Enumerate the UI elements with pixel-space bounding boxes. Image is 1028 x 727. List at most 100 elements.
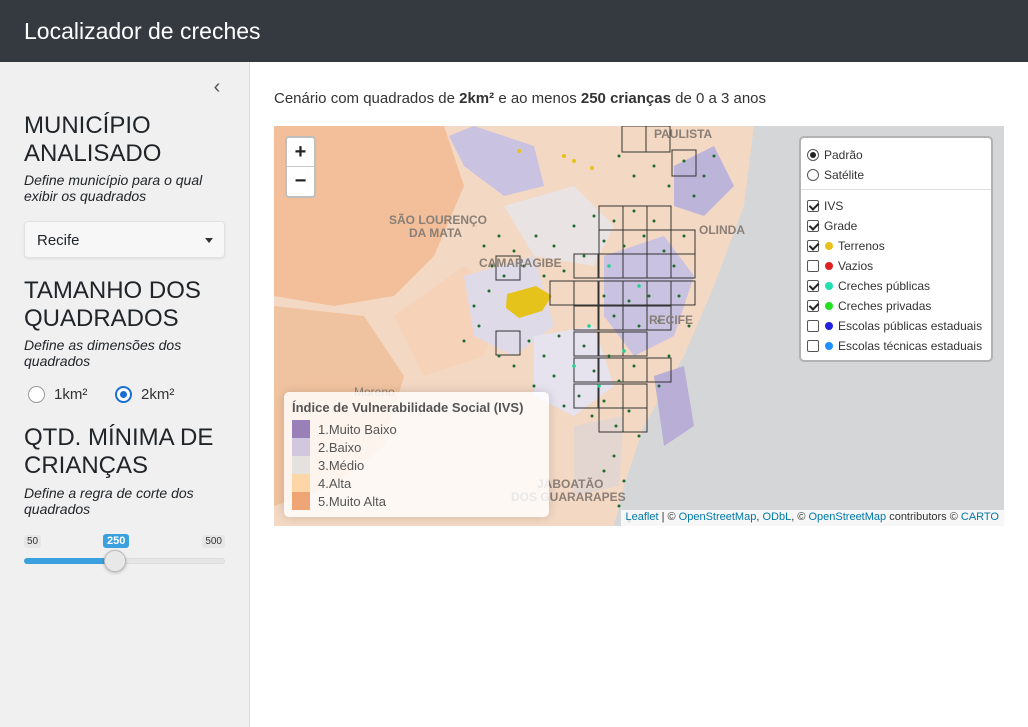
odbl-link[interactable]: ODbL bbox=[762, 511, 791, 523]
osm-contributors-link[interactable]: OpenStreetMap bbox=[808, 511, 886, 523]
attrib-text: | © bbox=[658, 511, 679, 523]
legend-item: 5.Muito Alta bbox=[292, 492, 386, 510]
place-label: SÃO LOURENÇO bbox=[389, 212, 487, 227]
checkbox[interactable] bbox=[807, 220, 819, 232]
radio-label: 1km² bbox=[54, 385, 88, 403]
place-label: DA MATA bbox=[409, 226, 462, 240]
map[interactable]: SÃO LOURENÇO DA MATA CAMARAGIBE PAULISTA… bbox=[274, 126, 1004, 526]
overlay-creches-privadas[interactable]: Creches privadas bbox=[807, 298, 931, 314]
overlay-terrenos[interactable]: Terrenos bbox=[807, 238, 885, 254]
zoom-out-button[interactable]: − bbox=[287, 167, 314, 196]
radio-2km[interactable]: 2km² bbox=[115, 384, 174, 404]
chevron-left-icon[interactable]: ‹ bbox=[206, 76, 228, 98]
overlay-label: Creches públicas bbox=[838, 279, 931, 293]
tamanho-radio-group: 1km² 2km² bbox=[28, 384, 238, 404]
radio-circle[interactable] bbox=[28, 385, 45, 403]
radio-label: 2km² bbox=[141, 385, 175, 403]
subtitle-middle: e ao menos bbox=[494, 90, 581, 107]
legend-dot-icon bbox=[825, 282, 833, 290]
app-header: Localizador de creches bbox=[0, 0, 1028, 62]
attrib-text: , © bbox=[791, 511, 809, 523]
overlay-label: Escolas técnicas estaduais bbox=[838, 339, 983, 353]
radio-button[interactable] bbox=[807, 169, 819, 181]
legend-label: 4.Alta bbox=[318, 475, 352, 491]
checkbox[interactable] bbox=[807, 300, 819, 312]
zoom-in-button[interactable]: + bbox=[287, 138, 314, 167]
legend-swatch bbox=[292, 420, 310, 438]
qtd-slider[interactable]: 50 500 250 bbox=[24, 532, 225, 572]
legend-dot-icon bbox=[825, 262, 833, 270]
legend-label: 5.Muito Alta bbox=[318, 493, 386, 509]
divider bbox=[801, 189, 991, 190]
base-layer-label: Padrão bbox=[824, 148, 863, 162]
overlay-label: Creches privadas bbox=[838, 299, 932, 313]
place-label: OLINDA bbox=[699, 223, 745, 237]
overlay-ivs[interactable]: IVS bbox=[807, 198, 843, 214]
overlay-label: Escolas públicas estaduais bbox=[838, 319, 983, 333]
layers-control: Padrão Satélite IVS Grade Terrenos Vazio… bbox=[799, 136, 993, 362]
base-layer-padrao[interactable]: Padrão bbox=[807, 147, 863, 163]
legend-label: 2.Baixo bbox=[318, 439, 362, 455]
slider-value-label: 250 bbox=[103, 534, 130, 548]
legend-item: 4.Alta bbox=[292, 474, 351, 492]
legend-dot-icon bbox=[825, 342, 833, 350]
overlay-escolas-publicas[interactable]: Escolas públicas estaduais bbox=[807, 318, 982, 334]
subtitle-count: 250 crianças bbox=[580, 90, 671, 107]
slider-fill bbox=[24, 558, 114, 564]
checkbox[interactable] bbox=[807, 200, 819, 212]
legend-item: 2.Baixo bbox=[292, 438, 361, 456]
subtitle-suffix: de 0 a 3 anos bbox=[670, 90, 767, 107]
slider-handle[interactable] bbox=[104, 550, 126, 572]
base-layer-satelite[interactable]: Satélite bbox=[807, 167, 864, 183]
legend-item: 1.Muito Baixo bbox=[292, 420, 397, 438]
overlay-label: Vazios bbox=[838, 259, 874, 273]
map-attribution: Leaflet | © OpenStreetMap, ODbL, © OpenS… bbox=[620, 510, 1004, 526]
caret-down-icon bbox=[205, 238, 213, 243]
checkbox[interactable] bbox=[807, 340, 819, 352]
slider-min-label: 50 bbox=[24, 535, 42, 548]
radio-button[interactable] bbox=[807, 149, 819, 161]
attrib-text: contributors © bbox=[886, 511, 961, 523]
municipio-title: MUNICÍPIO ANALISADO bbox=[24, 112, 162, 167]
overlay-escolas-tecnicas[interactable]: Escolas técnicas estaduais bbox=[807, 338, 982, 354]
ivs-legend: Índice de Vulnerabilidade Social (IVS) 1… bbox=[284, 392, 549, 517]
leaflet-link[interactable]: Leaflet bbox=[626, 511, 659, 523]
subtitle-size: 2km² bbox=[459, 90, 495, 107]
tamanho-title: TAMANHO DOS QUADRADOS bbox=[24, 277, 201, 332]
checkbox[interactable] bbox=[807, 240, 819, 252]
osm-link[interactable]: OpenStreetMap bbox=[679, 511, 757, 523]
subtitle-prefix: Cenário com quadrados de bbox=[274, 90, 460, 107]
app-title: Localizador de creches bbox=[24, 18, 261, 44]
scenario-description: Cenário com quadrados de 2km² e ao menos… bbox=[274, 90, 766, 107]
checkbox[interactable] bbox=[807, 320, 819, 332]
overlay-vazios[interactable]: Vazios bbox=[807, 258, 873, 274]
radio-1km[interactable]: 1km² bbox=[28, 384, 87, 404]
slider-max-label: 500 bbox=[202, 535, 225, 548]
zoom-control: + − bbox=[285, 136, 316, 198]
radio-circle[interactable] bbox=[115, 385, 132, 403]
place-label: CAMARAGIBE bbox=[479, 256, 562, 270]
overlay-label: Terrenos bbox=[838, 239, 885, 253]
legend-swatch bbox=[292, 456, 310, 474]
legend-item: 3.Médio bbox=[292, 456, 364, 474]
carto-link[interactable]: CARTO bbox=[961, 511, 999, 523]
overlay-grade[interactable]: Grade bbox=[807, 218, 857, 234]
tamanho-help: Define as dimensões dos quadrados bbox=[24, 337, 182, 369]
place-label: RECIFE bbox=[649, 313, 693, 327]
qtd-help: Define a regra de corte dos quadrados bbox=[24, 485, 194, 517]
legend-dot-icon bbox=[825, 242, 833, 250]
legend-dot-icon bbox=[825, 302, 833, 310]
legend-swatch bbox=[292, 474, 310, 492]
legend-dot-icon bbox=[825, 322, 833, 330]
checkbox[interactable] bbox=[807, 280, 819, 292]
qtd-title: QTD. MÍNIMA DE CRIANÇAS bbox=[24, 424, 214, 479]
overlay-creches-publicas[interactable]: Creches públicas bbox=[807, 278, 930, 294]
sidebar: ‹ MUNICÍPIO ANALISADO Define município p… bbox=[0, 62, 250, 727]
checkbox[interactable] bbox=[807, 260, 819, 272]
legend-swatch bbox=[292, 492, 310, 510]
legend-label: 3.Médio bbox=[318, 457, 365, 473]
overlay-label: IVS bbox=[824, 199, 844, 213]
overlay-label: Grade bbox=[824, 219, 858, 233]
municipio-select[interactable]: Recife bbox=[24, 221, 225, 258]
base-layer-label: Satélite bbox=[824, 168, 865, 182]
